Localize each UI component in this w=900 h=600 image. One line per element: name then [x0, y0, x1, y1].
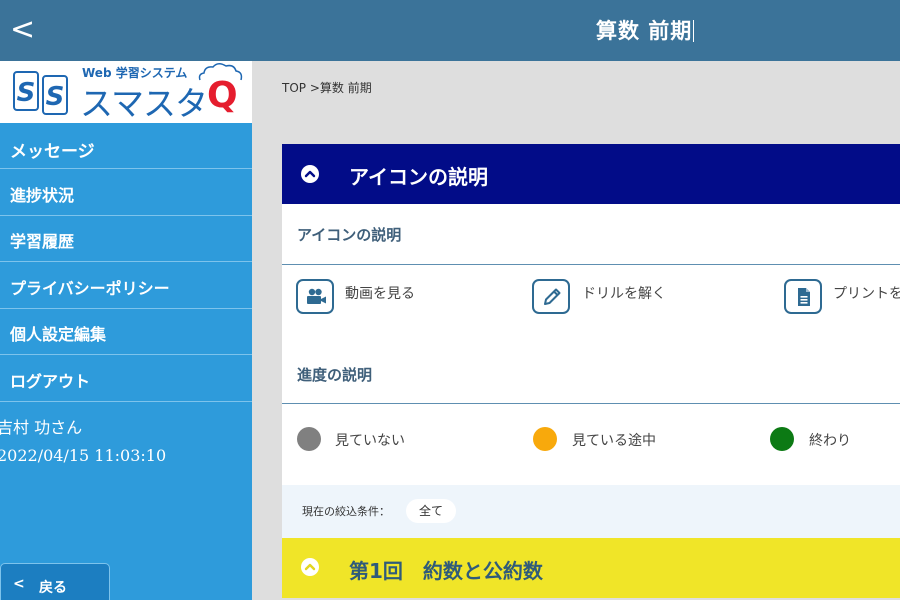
logo[interactable]: S S Web 学習システム スマスタ Q: [0, 61, 252, 123]
icon-label-print: プリントを: [833, 286, 900, 302]
panel-header-title: アイコンの説明: [349, 165, 488, 189]
sidebar-item-label: 個人設定編集: [10, 325, 107, 344]
progress-label-not-viewed: 見ていない: [335, 433, 405, 449]
icon-legend-panel: アイコンの説明 アイコンの説明 動画を見る ドリルを解く プリントを 進度の説明: [282, 144, 900, 485]
sidebar-item-settings[interactable]: 個人設定編集: [0, 309, 252, 355]
login-timestamp: 2022/04/15 11:03:10: [0, 446, 167, 465]
text-cursor: [693, 20, 695, 42]
sidebar-item-privacy-policy[interactable]: プライバシーポリシー: [0, 263, 252, 309]
document-icon: [784, 279, 822, 314]
sidebar-item-label: 進捗状況: [10, 186, 75, 205]
breadcrumb-separator: >: [309, 81, 320, 95]
icon-label-drill: ドリルを解く: [582, 286, 666, 302]
chevron-up-icon: [301, 165, 319, 183]
svg-text:S: S: [46, 82, 65, 112]
logo-mark-icon: S S: [13, 71, 68, 115]
logo-q: Q: [207, 75, 238, 116]
top-bar: < 算数 前期: [0, 0, 900, 61]
back-chevron-icon[interactable]: <: [10, 11, 40, 51]
sidebar-item-logout[interactable]: ログアウト: [0, 356, 252, 402]
back-button[interactable]: < 戻る: [0, 563, 110, 600]
progress-label-in-progress: 見ている途中: [572, 433, 656, 449]
progress-dot-finished: [770, 427, 794, 451]
video-camera-icon: [296, 279, 334, 314]
sidebar-item-label: 学習履歴: [10, 232, 75, 251]
progress-label-finished: 終わり: [809, 433, 851, 449]
back-button-label: 戻る: [39, 580, 67, 596]
progress-heading: 進度の説明: [297, 366, 373, 384]
filter-chip[interactable]: 全て: [406, 499, 456, 523]
logo-name: スマスタ: [80, 84, 208, 123]
sidebar-item-label: メッセージ: [10, 142, 95, 162]
divider: [282, 264, 900, 265]
chevron-up-icon: [301, 558, 319, 576]
progress-dot-in-progress: [533, 427, 557, 451]
breadcrumb-current: 算数 前期: [319, 81, 372, 95]
filter-label: 現在の絞込条件：: [302, 505, 390, 518]
chevron-left-icon: <: [13, 576, 25, 592]
svg-text:S: S: [17, 78, 36, 108]
sidebar: S S Web 学習システム スマスタ Q メッセージ 進捗状況 学習履歴 プラ…: [0, 61, 252, 600]
breadcrumb-top-link[interactable]: TOP: [282, 81, 306, 95]
sidebar-item-history[interactable]: 学習履歴: [0, 216, 252, 262]
sidebar-item-progress[interactable]: 進捗状況: [0, 170, 252, 216]
icon-label-video: 動画を見る: [345, 286, 415, 302]
user-name: 吉村 功さん: [0, 418, 83, 437]
divider: [282, 403, 900, 404]
sidebar-item-messages[interactable]: メッセージ: [0, 123, 252, 169]
icons-heading: アイコンの説明: [297, 226, 402, 244]
lesson-1-header[interactable]: 第1回 約数と公約数: [282, 538, 900, 598]
pencil-icon: [532, 279, 570, 314]
page-title: 算数 前期: [596, 15, 695, 45]
page-title-text: 算数 前期: [596, 19, 693, 43]
icon-legend-panel-header[interactable]: アイコンの説明: [282, 144, 900, 204]
breadcrumb: TOP >算数 前期: [282, 79, 372, 96]
progress-dot-not-viewed: [297, 427, 321, 451]
lesson-title: 第1回 約数と公約数: [349, 559, 543, 583]
sidebar-item-label: ログアウト: [10, 372, 91, 391]
sidebar-item-label: プライバシーポリシー: [10, 279, 170, 298]
filter-bar: 現在の絞込条件： 全て: [282, 485, 900, 538]
